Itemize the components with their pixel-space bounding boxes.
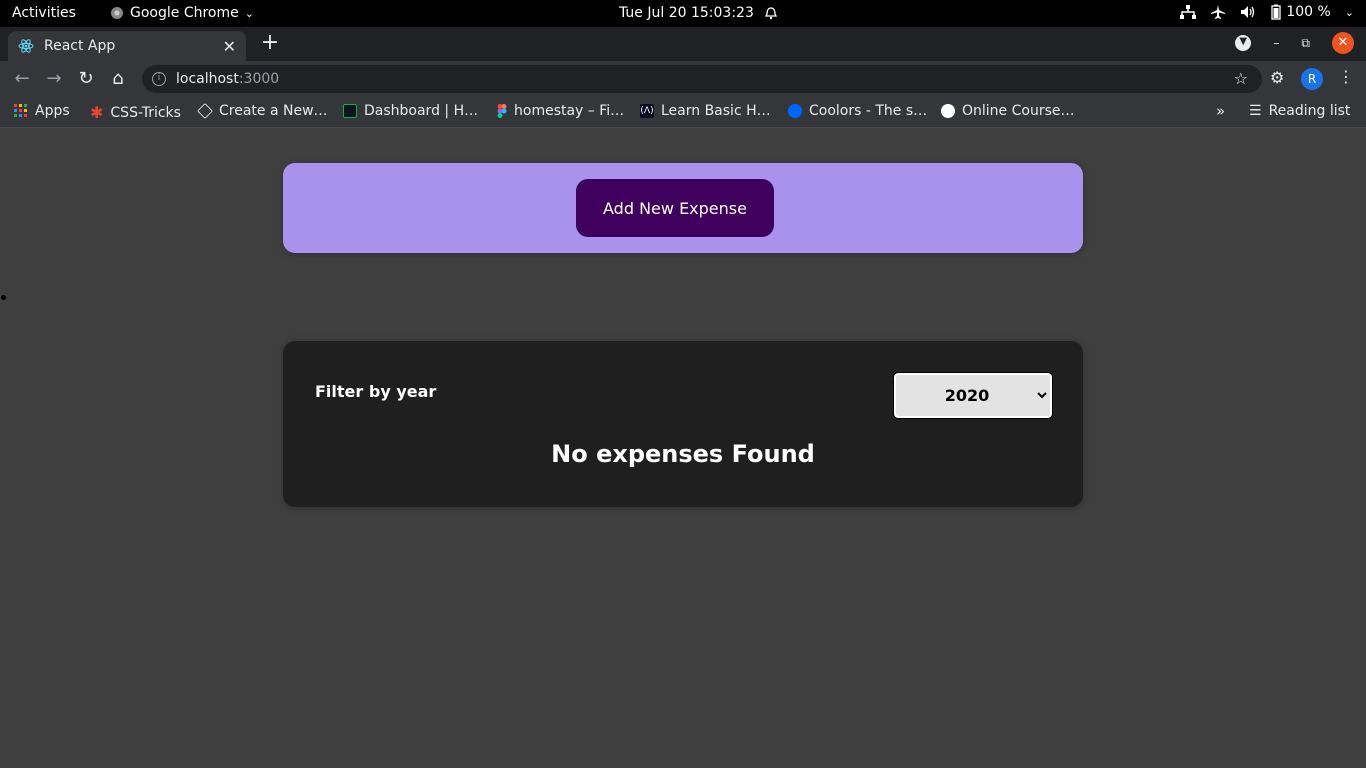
browser-toolbar: ← → ↻ ⌂ i localhost:3000 ☆ <box>0 61 1366 97</box>
more-bookmarks-icon[interactable]: » <box>1216 102 1225 120</box>
new-tab-button[interactable]: + <box>259 31 281 57</box>
bookmark-online-course[interactable]: Online Course… <box>941 103 1075 119</box>
battery-icon <box>1271 4 1281 20</box>
reading-list-icon: ☰ <box>1249 103 1262 119</box>
system-tray[interactable]: 100 % ⌄ <box>1180 4 1354 20</box>
expenses-panel: Filter by year 2020 No expenses Found <box>283 341 1083 507</box>
battery-percent: 100 % <box>1286 4 1331 20</box>
tab-title: React App <box>44 38 116 54</box>
udemy-icon <box>941 104 955 118</box>
bookmark-label: Learn Basic H… <box>661 103 771 119</box>
add-new-expense-button[interactable]: Add New Expense <box>576 179 774 237</box>
close-tab-icon[interactable]: ✕ <box>223 37 236 56</box>
airplane-mode-icon <box>1211 5 1226 19</box>
close-window-icon[interactable]: ✕ <box>1332 32 1354 54</box>
bookmark-codepen[interactable]: Create a New… <box>197 103 328 119</box>
bookmark-star-icon[interactable]: ☆ <box>1234 69 1248 88</box>
coolors-icon <box>788 104 802 118</box>
page-content: Add New Expense Filter by year 2020 No e… <box>0 129 1366 768</box>
bookmark-label: Create a New… <box>219 103 328 119</box>
chevron-down-icon: ⌄ <box>244 6 254 20</box>
bookmark-homestay[interactable]: homestay – Fi… <box>497 103 624 119</box>
app-menu[interactable]: Google Chrome ⌄ <box>110 5 254 21</box>
bookmark-label: Dashboard | H… <box>364 103 479 119</box>
hackerrank-icon <box>343 104 357 118</box>
back-icon[interactable]: ← <box>10 68 34 92</box>
profile-avatar[interactable]: R <box>1301 68 1323 90</box>
app-name: Google Chrome <box>130 5 239 21</box>
system-top-bar: Activities Google Chrome ⌄ Tue Jul 20 15… <box>0 0 1366 27</box>
activities-button[interactable]: Activities <box>12 5 76 21</box>
tab-react-app[interactable]: React App ✕ <box>8 31 246 61</box>
extensions-icon[interactable]: ⚙ <box>1270 68 1284 87</box>
home-icon[interactable]: ⌂ <box>106 68 130 92</box>
bookmark-label: Coolors - The s… <box>809 103 928 119</box>
tab-strip: React App ✕ + ▼ – ⧉ ✕ <box>0 27 1366 61</box>
tab-search-icon[interactable]: ▼ <box>1235 35 1252 51</box>
chrome-menu-icon[interactable]: ⋮ <box>1338 67 1354 86</box>
address-bar[interactable]: i localhost:3000 ☆ <box>142 65 1262 93</box>
empty-message: No expenses Found <box>551 440 815 468</box>
figma-icon <box>497 104 507 118</box>
bookmark-label: homestay – Fi… <box>514 103 625 119</box>
bookmark-css-tricks[interactable]: ✱ CSS-Tricks <box>90 103 181 122</box>
bookmark-apps[interactable]: Apps <box>14 103 70 119</box>
volume-icon <box>1241 6 1255 18</box>
codepen-icon <box>197 103 213 119</box>
minimize-icon[interactable]: – <box>1273 36 1279 50</box>
window-controls: ▼ – ⧉ ✕ <box>1235 32 1354 54</box>
forward-icon[interactable]: → <box>42 68 66 92</box>
restore-icon[interactable]: ⧉ <box>1301 36 1310 51</box>
bookmark-coolors[interactable]: Coolors - The s… <box>788 103 927 119</box>
chevron-down-icon: ⌄ <box>1344 5 1354 19</box>
site-info-icon[interactable]: i <box>152 72 166 86</box>
list-bullet <box>1 295 6 300</box>
url-port: :3000 <box>238 71 280 87</box>
freecodecamp-icon: (Λ) <box>640 104 654 118</box>
network-icon <box>1180 5 1197 19</box>
apps-grid-icon <box>14 104 27 117</box>
bookmark-dashboard[interactable]: Dashboard | H… <box>343 103 478 119</box>
react-icon <box>18 39 34 53</box>
reload-icon[interactable]: ↻ <box>74 68 98 92</box>
reading-list-button[interactable]: ☰ Reading list <box>1249 103 1350 119</box>
clock-text: Tue Jul 20 15:03:23 <box>619 5 754 21</box>
url-host: localhost <box>176 71 239 87</box>
new-expense-panel: Add New Expense <box>283 163 1083 253</box>
bookmark-learn-basic[interactable]: (Λ) Learn Basic H… <box>640 103 771 119</box>
bookmark-label: CSS-Tricks <box>110 104 181 121</box>
bookmarks-bar: Apps ✱ CSS-Tricks Create a New… Dashboar… <box>0 97 1366 128</box>
filter-label: Filter by year <box>315 382 437 401</box>
year-filter-select[interactable]: 2020 <box>893 372 1053 419</box>
chrome-icon <box>111 7 123 19</box>
bookmark-label: Apps <box>35 103 70 119</box>
bookmark-label: Online Course… <box>962 103 1075 119</box>
clock[interactable]: Tue Jul 20 15:03:23 <box>619 5 778 21</box>
reading-list-label: Reading list <box>1268 103 1351 119</box>
alarm-icon <box>764 7 777 20</box>
css-tricks-icon: ✱ <box>90 103 104 122</box>
